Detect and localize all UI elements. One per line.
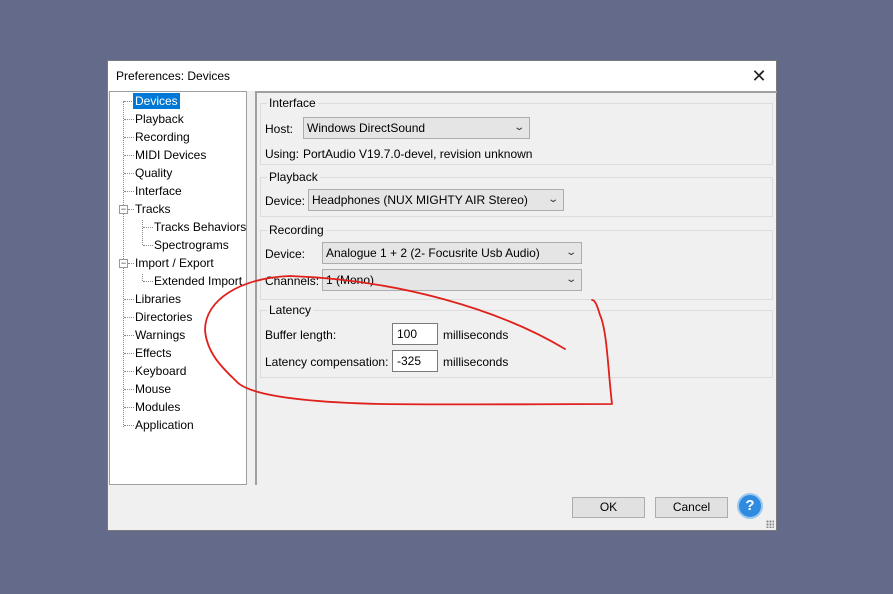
playback-group-label: Playback	[267, 170, 320, 184]
tree-item-playback[interactable]: Playback	[133, 111, 186, 127]
collapse-icon[interactable]: −	[119, 205, 128, 214]
tree-item-modules[interactable]: Modules	[133, 399, 182, 415]
tree-item-import-export[interactable]: Import / Export	[133, 255, 216, 271]
playback-device-label: Device:	[265, 194, 306, 208]
chevron-down-icon: ⌄	[512, 122, 525, 133]
title-bar: Preferences: Devices ✕	[108, 61, 776, 91]
interface-group: Interface Host: Windows DirectSound ⌄ Us…	[260, 96, 773, 165]
host-select-value: Windows DirectSound	[307, 121, 426, 135]
tree-item-midi-devices[interactable]: MIDI Devices	[133, 147, 208, 163]
latency-compensation-input[interactable]: -325	[392, 350, 438, 372]
buffer-length-label: Buffer length:	[265, 328, 337, 342]
tree-connector	[142, 274, 143, 281]
recording-device-select[interactable]: Analogue 1 + 2 (2- Focusrite Usb Audio) …	[322, 242, 582, 264]
buffer-length-input[interactable]: 100	[392, 323, 438, 345]
host-label: Host:	[265, 122, 294, 136]
tree-item-extended-import[interactable]: Extended Import	[152, 273, 244, 289]
channels-value: 1 (Mono)	[326, 273, 375, 287]
tree-item-mouse[interactable]: Mouse	[133, 381, 173, 397]
preferences-dialog: Preferences: Devices ✕ − − Devices Playb…	[107, 60, 777, 531]
recording-group-label: Recording	[267, 223, 326, 237]
playback-group: Playback Device: Headphones (NUX MIGHTY …	[260, 170, 773, 217]
resize-grip[interactable]	[766, 520, 774, 528]
tree-item-application[interactable]: Application	[133, 417, 196, 433]
playback-device-select[interactable]: Headphones (NUX MIGHTY AIR Stereo) ⌄	[308, 189, 564, 211]
chevron-down-icon: ⌄	[546, 194, 559, 205]
interface-group-label: Interface	[267, 96, 318, 110]
window-title: Preferences: Devices	[116, 69, 231, 83]
tree-item-effects[interactable]: Effects	[133, 345, 173, 361]
latency-compensation-unit: milliseconds	[443, 355, 509, 369]
close-icon[interactable]: ✕	[742, 61, 776, 91]
cancel-button[interactable]: Cancel	[655, 497, 728, 518]
latency-compensation-label: Latency compensation:	[265, 355, 389, 369]
chevron-down-icon: ⌄	[564, 274, 577, 285]
channels-label: Channels:	[265, 274, 320, 288]
ok-button[interactable]: OK	[572, 497, 645, 518]
host-select[interactable]: Windows DirectSound ⌄	[303, 117, 530, 139]
devices-panel: Interface Host: Windows DirectSound ⌄ Us…	[255, 91, 777, 485]
tree-item-keyboard[interactable]: Keyboard	[133, 363, 188, 379]
channels-select[interactable]: 1 (Mono) ⌄	[322, 269, 582, 291]
using-label: Using:	[265, 147, 300, 161]
tree-item-libraries[interactable]: Libraries	[133, 291, 183, 307]
recording-group: Recording Device: Analogue 1 + 2 (2- Foc…	[260, 223, 773, 300]
recording-device-label: Device:	[265, 247, 306, 261]
latency-group-label: Latency	[267, 303, 314, 317]
chevron-down-icon: ⌄	[564, 247, 577, 258]
tree-item-spectrograms[interactable]: Spectrograms	[152, 237, 231, 253]
tree-connector	[142, 220, 143, 245]
portaudio-version: PortAudio V19.7.0-devel, revision unknow…	[303, 147, 533, 161]
tree-item-interface[interactable]: Interface	[133, 183, 184, 199]
tree-item-quality[interactable]: Quality	[133, 165, 174, 181]
preferences-tree: − − Devices Playback Recording MIDI Devi…	[109, 91, 247, 485]
tree-item-warnings[interactable]: Warnings	[133, 327, 187, 343]
playback-device-value: Headphones (NUX MIGHTY AIR Stereo)	[312, 193, 528, 207]
tree-item-directories[interactable]: Directories	[133, 309, 194, 325]
tree-item-tracks[interactable]: Tracks	[133, 201, 173, 217]
collapse-icon[interactable]: −	[119, 259, 128, 268]
latency-group: Latency Buffer length: 100 milliseconds …	[260, 303, 773, 378]
buffer-length-unit: milliseconds	[443, 328, 509, 342]
tree-item-recording[interactable]: Recording	[133, 129, 192, 145]
recording-device-value: Analogue 1 + 2 (2- Focusrite Usb Audio)	[326, 246, 540, 260]
tree-item-tracks-behaviors[interactable]: Tracks Behaviors	[152, 219, 248, 235]
help-icon[interactable]: ?	[737, 493, 763, 519]
tree-item-devices[interactable]: Devices	[133, 93, 180, 109]
